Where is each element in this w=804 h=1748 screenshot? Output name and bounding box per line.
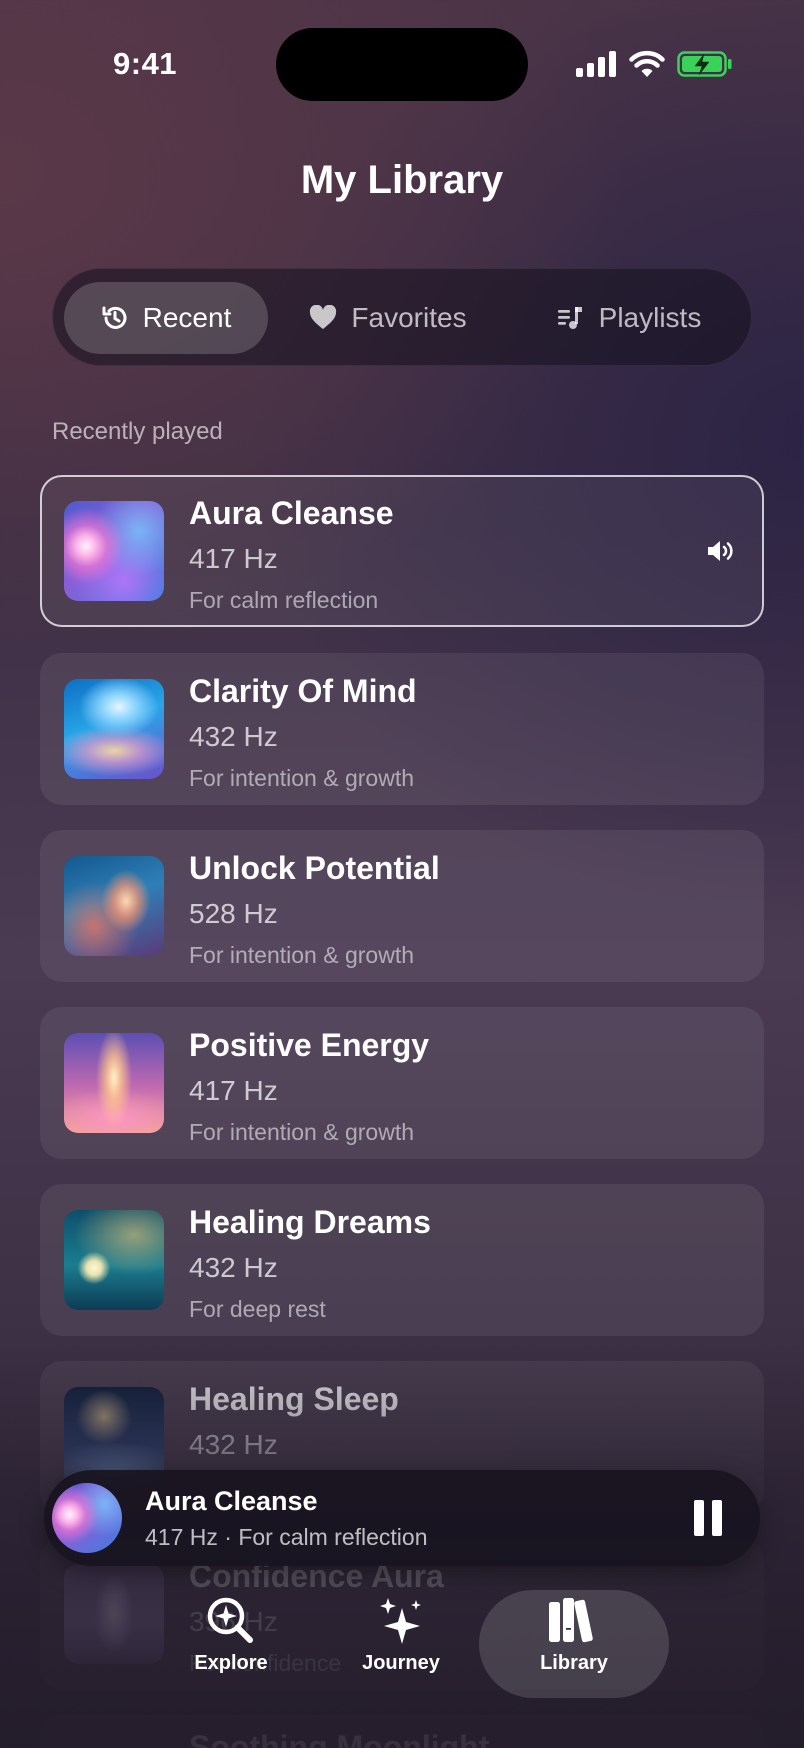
mini-player-subtitle: 417 Hz · For calm reflection <box>145 1524 428 1550</box>
sparkles-icon <box>380 1598 421 1644</box>
tab-favorites-label: Favorites <box>351 302 467 333</box>
track-row-clarity-of-mind[interactable]: Clarity Of Mind 432 Hz For intention & g… <box>40 653 764 805</box>
track-title: Unlock Potential <box>189 850 440 886</box>
track-artwork <box>64 1033 164 1133</box>
history-icon <box>102 306 127 329</box>
track-row-aura-cleanse[interactable]: Aura Cleanse 417 Hz For calm reflection <box>40 475 764 627</box>
track-frequency: 417 Hz <box>189 1075 278 1106</box>
library-books-icon <box>549 1598 593 1643</box>
mini-player-artwork <box>52 1483 122 1553</box>
track-frequency: 432 Hz <box>189 1429 278 1460</box>
wifi-icon <box>629 50 665 77</box>
pause-button[interactable] <box>686 1500 730 1540</box>
track-frequency: 432 Hz <box>189 1252 278 1283</box>
track-artwork <box>64 1210 164 1310</box>
track-description: For deep rest <box>189 1296 326 1322</box>
track-frequency: 417 Hz <box>189 543 278 574</box>
page-title: My Library <box>300 158 504 202</box>
pause-icon-bar <box>712 1500 722 1536</box>
explore-search-icon <box>207 1597 253 1643</box>
track-description: For intention & growth <box>189 765 415 791</box>
battery-charging-icon <box>677 51 732 77</box>
track-description: For calm reflection <box>189 587 379 613</box>
track-title: Healing Sleep <box>189 1381 399 1417</box>
track-title: Positive Energy <box>189 1027 430 1063</box>
heart-icon <box>310 305 337 329</box>
track-artwork <box>64 679 164 779</box>
track-frequency: 528 Hz <box>189 898 278 929</box>
playlist-icon <box>557 307 582 329</box>
track-row-unlock-potential[interactable]: Unlock Potential 528 Hz For intention & … <box>40 830 764 982</box>
track-description: For intention & growth <box>189 942 415 968</box>
track-row-healing-dreams[interactable]: Healing Dreams 432 Hz For deep rest <box>40 1184 764 1336</box>
mini-player-title: Aura Cleanse <box>145 1486 318 1516</box>
track-title: Clarity Of Mind <box>189 673 417 709</box>
track-frequency: 432 Hz <box>189 721 278 752</box>
tab-recent-label: Recent <box>142 302 232 333</box>
library-tabs: Recent Favorites Playlists <box>52 268 752 366</box>
track-title: Healing Dreams <box>189 1204 431 1240</box>
nav-library-label: Library <box>540 1652 608 1674</box>
now-playing-speaker-icon <box>708 541 733 561</box>
nav-journey[interactable]: Journey <box>326 1594 476 1704</box>
track-row-soothing-moonlight[interactable]: Soothing Moonlight <box>40 1715 764 1748</box>
dynamic-island <box>276 28 528 101</box>
nav-journey-label: Journey <box>362 1652 440 1674</box>
status-time: 9:41 <box>113 46 178 81</box>
track-row-positive-energy[interactable]: Positive Energy 417 Hz For intention & g… <box>40 1007 764 1159</box>
pause-icon-bar <box>694 1500 704 1536</box>
mini-player[interactable]: Aura Cleanse 417 Hz · For calm reflectio… <box>44 1470 760 1566</box>
tab-playlists-label: Playlists <box>598 302 702 333</box>
track-artwork <box>64 856 164 956</box>
tab-recent[interactable]: Recent <box>64 282 268 354</box>
track-artwork <box>64 1564 164 1664</box>
track-artwork <box>64 501 164 601</box>
track-title: Aura Cleanse <box>189 495 394 531</box>
nav-library[interactable]: Library <box>499 1594 649 1704</box>
nav-explore[interactable]: Explore <box>156 1594 306 1704</box>
tab-favorites[interactable]: Favorites <box>283 282 493 354</box>
status-icons <box>575 50 733 78</box>
section-label: Recently played <box>52 418 223 445</box>
nav-explore-label: Explore <box>194 1652 268 1674</box>
cellular-signal-icon <box>576 51 616 77</box>
track-title: Soothing Moonlight <box>189 1729 490 1748</box>
tab-playlists[interactable]: Playlists <box>519 282 739 354</box>
track-description: For intention & growth <box>189 1119 415 1145</box>
